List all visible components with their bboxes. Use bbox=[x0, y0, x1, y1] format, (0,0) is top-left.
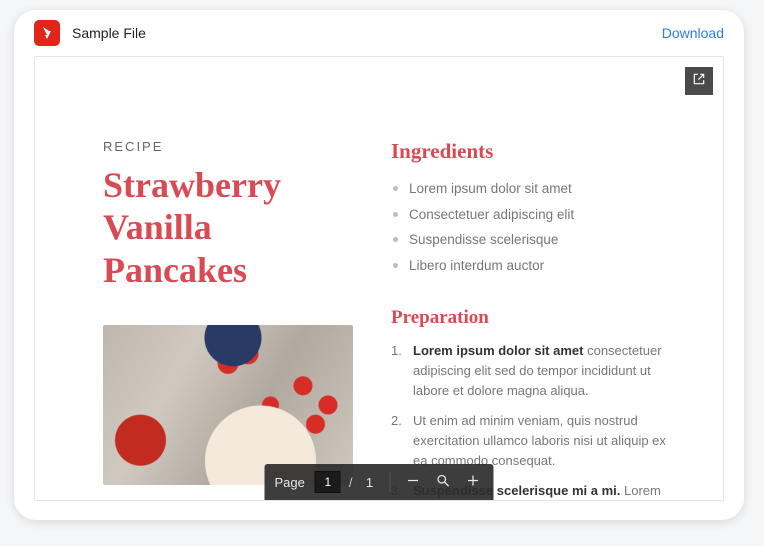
list-item: Consectetuer adipiscing elit bbox=[391, 202, 683, 228]
minus-icon bbox=[405, 473, 420, 491]
zoom-out-button[interactable] bbox=[402, 471, 424, 493]
recipe-photo bbox=[103, 325, 353, 485]
external-link-icon bbox=[692, 72, 706, 91]
toolbar-divider bbox=[390, 472, 391, 492]
pdf-viewer: RECIPE Strawberry Vanilla Pancakes Ingre… bbox=[34, 56, 724, 501]
total-pages: 1 bbox=[361, 475, 379, 490]
current-page-input[interactable]: 1 bbox=[315, 471, 341, 493]
ingredients-heading: Ingredients bbox=[391, 139, 683, 164]
list-item: Suspendisse scelerisque bbox=[391, 227, 683, 253]
page-label: Page bbox=[275, 475, 305, 490]
list-item: Libero interdum auctor bbox=[391, 253, 683, 279]
list-item: Lorem ipsum dolor sit amet bbox=[391, 176, 683, 202]
file-title: Sample File bbox=[72, 25, 146, 41]
zoom-in-button[interactable] bbox=[462, 471, 484, 493]
page-content: RECIPE Strawberry Vanilla Pancakes Ingre… bbox=[35, 57, 723, 501]
search-icon bbox=[435, 473, 450, 491]
ingredients-list: Lorem ipsum dolor sit amet Consectetuer … bbox=[391, 176, 683, 279]
list-item: Ut enim ad minim veniam, quis nostrud ex… bbox=[391, 411, 683, 471]
list-item: Lorem ipsum dolor sit amet consectetuer … bbox=[391, 341, 683, 401]
download-link[interactable]: Download bbox=[662, 25, 724, 41]
expand-button[interactable] bbox=[685, 67, 713, 95]
page-toolbar: Page 1 / 1 bbox=[265, 464, 494, 500]
pdf-icon bbox=[34, 20, 60, 46]
app-window: Sample File Download RECIPE Strawberry V… bbox=[14, 10, 744, 520]
page-separator: / bbox=[349, 475, 353, 490]
recipe-eyebrow: RECIPE bbox=[103, 139, 353, 154]
preparation-heading: Preparation bbox=[391, 307, 683, 329]
zoom-reset-button[interactable] bbox=[432, 471, 454, 493]
top-bar: Sample File Download bbox=[14, 10, 744, 56]
recipe-title: Strawberry Vanilla Pancakes bbox=[103, 164, 353, 291]
plus-icon bbox=[465, 473, 480, 491]
